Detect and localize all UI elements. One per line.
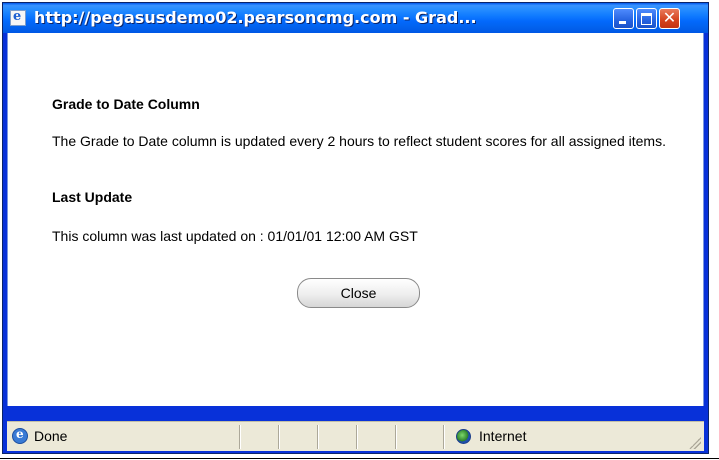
ie-page-done-icon: e (12, 427, 28, 444)
title-bar[interactable]: e http://pegasusdemo02.pearsoncmg.com - … (3, 3, 708, 33)
status-divider (443, 425, 445, 449)
status-divider (395, 425, 397, 449)
security-zone-text: Internet (479, 428, 527, 444)
resize-grip[interactable] (689, 437, 701, 449)
maximize-icon (641, 13, 652, 25)
ie-page-icon: e (10, 9, 26, 26)
status-text: Done (34, 428, 68, 444)
last-update-heading: Last Update (52, 189, 133, 205)
divider (0, 458, 719, 459)
dialog-description: The Grade to Date column is updated ever… (52, 133, 666, 149)
maximize-button[interactable] (636, 8, 657, 29)
status-divider (356, 425, 358, 449)
last-update-text: This column was last updated on : 01/01/… (52, 228, 418, 244)
close-window-button[interactable]: ✕ (659, 8, 680, 29)
status-divider (239, 425, 241, 449)
status-divider (278, 425, 280, 449)
close-icon: ✕ (662, 8, 677, 27)
window-title: http://pegasusdemo02.pearsoncmg.com - Gr… (34, 8, 477, 27)
minimize-icon (619, 21, 626, 24)
minimize-button[interactable] (613, 8, 634, 29)
status-bar: e Done Internet (7, 421, 704, 451)
globe-icon (456, 429, 471, 444)
close-button[interactable]: Close (297, 278, 420, 308)
dialog-content: Grade to Date Column The Grade to Date c… (7, 33, 704, 406)
popup-window: e http://pegasusdemo02.pearsoncmg.com - … (2, 2, 709, 454)
dialog-heading: Grade to Date Column (52, 96, 200, 112)
status-divider (317, 425, 319, 449)
